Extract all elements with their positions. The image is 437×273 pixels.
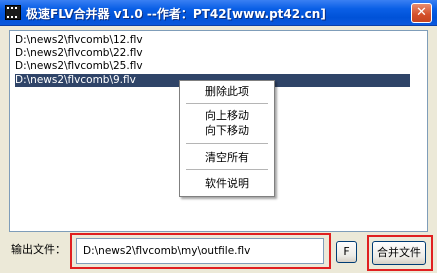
menu-item-clear-all[interactable]: 清空所有 (180, 150, 274, 166)
menu-item-move-down[interactable]: 向下移动 (180, 123, 274, 139)
browse-button[interactable]: F (336, 241, 357, 263)
output-file-label: 输出文件： (11, 243, 66, 256)
close-button[interactable]: ✕ (411, 3, 432, 23)
menu-separator (186, 103, 268, 104)
output-file-input[interactable] (76, 238, 324, 264)
menu-separator (186, 169, 268, 170)
menu-item-help[interactable]: 软件说明 (180, 176, 274, 192)
context-menu: 删除此项 向上移动 向下移动 清空所有 软件说明 (179, 80, 275, 197)
menu-item-delete[interactable]: 删除此项 (180, 84, 274, 100)
list-item[interactable]: D:\news2\flvcomb\12.flv (15, 34, 410, 47)
list-item[interactable]: D:\news2\flvcomb\25.flv (15, 60, 410, 73)
merge-button[interactable]: 合并文件 (372, 241, 426, 265)
menu-separator (186, 143, 268, 144)
list-item[interactable]: D:\news2\flvcomb\22.flv (15, 47, 410, 60)
menu-item-move-up[interactable]: 向上移动 (180, 108, 274, 124)
film-icon (5, 5, 21, 20)
title-bar[interactable]: 极速FLV合并器 v1.0 --作者：PT42[www.pt42.cn] ✕ (0, 0, 437, 26)
window-title: 极速FLV合并器 v1.0 --作者：PT42[www.pt42.cn] (26, 7, 326, 21)
